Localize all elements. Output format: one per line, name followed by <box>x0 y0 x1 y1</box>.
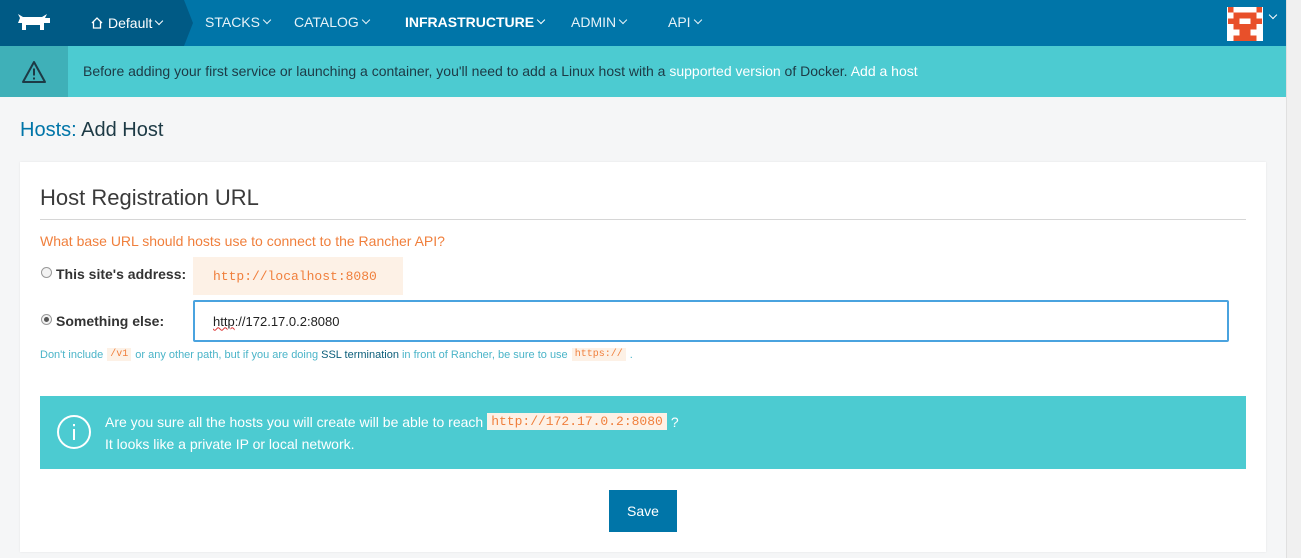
banner-text: of Docker. <box>780 63 851 79</box>
add-host-link[interactable]: Add a host <box>851 63 918 79</box>
nav-stacks-label: STACKS <box>205 14 260 30</box>
hint-code-https: https:// <box>571 348 626 361</box>
info-subtext: It looks like a private IP or local netw… <box>105 436 355 452</box>
card-title: Host Registration URL <box>40 185 259 210</box>
info-text: ? <box>670 413 679 430</box>
something-else-radio[interactable] <box>41 314 52 325</box>
host-registration-card: Host Registration URL What base URL shou… <box>20 162 1266 552</box>
ssl-termination-link[interactable]: SSL termination <box>321 349 399 361</box>
site-address-radio[interactable] <box>41 267 52 278</box>
supported-version-link[interactable]: supported version <box>669 63 780 79</box>
scrollbar[interactable] <box>1286 0 1301 558</box>
home-icon <box>91 17 103 29</box>
hint-text: Don't include <box>40 348 104 361</box>
info-message: Are you sure all the hosts you will crea… <box>105 413 679 430</box>
nav-stacks[interactable]: STACKS <box>205 14 272 30</box>
chevron-down-icon[interactable] <box>1268 10 1278 20</box>
chevron-down-icon <box>693 15 702 25</box>
url-hint: Don't include /v1 or any other path, but… <box>40 348 633 361</box>
chevron-down-icon <box>361 15 371 25</box>
warning-banner: Before adding your first service or laun… <box>0 46 1286 97</box>
environment-caret <box>184 0 193 46</box>
custom-url-value-prefix: http <box>213 313 235 329</box>
nav-infrastructure[interactable]: INFRASTRUCTURE <box>405 14 546 30</box>
hint-code-v1: /v1 <box>107 348 132 361</box>
banner-text: Before adding your first service or laun… <box>83 63 670 79</box>
nav-catalog-label: CATALOG <box>294 14 359 30</box>
custom-url-value: ://172.17.0.2:8080 <box>234 313 340 329</box>
save-button[interactable]: Save <box>609 490 677 532</box>
breadcrumb-hosts[interactable]: Hosts: <box>20 119 77 141</box>
custom-url-input[interactable]: http://172.17.0.2:8080 <box>193 300 1229 342</box>
chevron-down-icon <box>536 15 546 25</box>
site-address-value: http://localhost:8080 <box>193 257 403 295</box>
environment-switcher[interactable]: Default <box>68 0 184 46</box>
registration-question: What base URL should hosts use to connec… <box>40 233 445 249</box>
nav-infrastructure-label: INFRASTRUCTURE <box>405 14 535 30</box>
chevron-down-icon <box>618 15 628 25</box>
info-icon <box>57 415 91 449</box>
private-ip-info-box: Are you sure all the hosts you will crea… <box>40 396 1246 469</box>
divider <box>40 219 1246 220</box>
nav-admin-label: ADMIN <box>571 14 617 30</box>
hint-text: . <box>629 348 633 361</box>
nav-catalog[interactable]: CATALOG <box>294 14 371 30</box>
hint-text: in front of Rancher, be sure to use <box>401 348 568 361</box>
environment-name: Default <box>108 15 153 31</box>
banner-message: Before adding your first service or laun… <box>83 63 918 79</box>
page-title: Hosts: Add Host <box>20 119 163 142</box>
nav-admin[interactable]: ADMIN <box>571 14 628 30</box>
info-url-code: http://172.17.0.2:8080 <box>487 413 667 430</box>
user-avatar[interactable] <box>1227 7 1263 41</box>
site-address-label[interactable]: This site's address: <box>56 266 186 282</box>
something-else-label[interactable]: Something else: <box>56 313 164 329</box>
hint-text: or any other path, but if you are doing <box>135 348 319 361</box>
warning-icon <box>0 46 68 97</box>
info-text: Are you sure all the hosts you will crea… <box>105 413 484 430</box>
nav-api-label: API <box>668 14 691 30</box>
chevron-down-icon <box>155 16 164 26</box>
page-title-text: Add Host <box>81 119 164 141</box>
chevron-down-icon <box>262 15 272 25</box>
rancher-logo-icon[interactable] <box>0 0 68 46</box>
nav-api[interactable]: API <box>668 14 702 30</box>
top-navigation-bar: Default STACKS CATALOG INFRASTRUCTURE AD… <box>0 0 1286 46</box>
